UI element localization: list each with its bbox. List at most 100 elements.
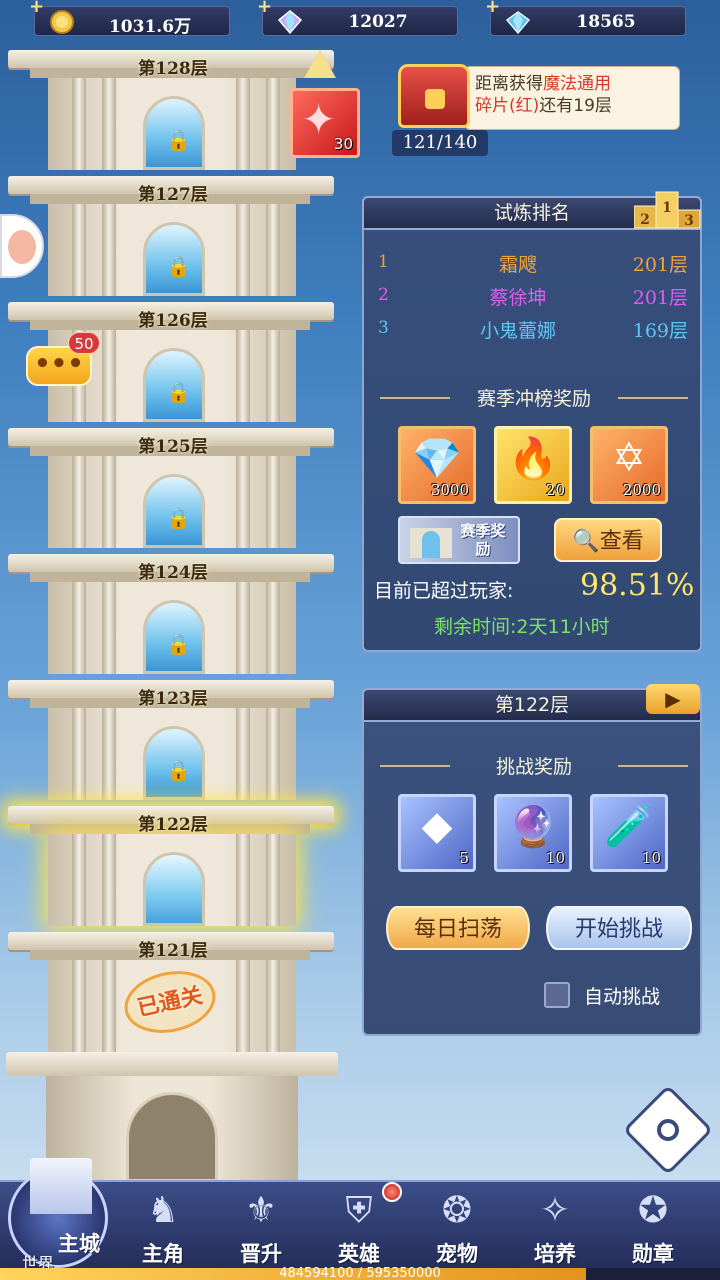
tower-floor-122[interactable]: 第122层	[0, 800, 345, 926]
tower-floor-125[interactable]: 🔒 第125层	[0, 422, 345, 548]
main-city-button[interactable]: 主城 世界	[8, 1158, 118, 1273]
season-reward-item-1[interactable]: 💎 3000	[398, 426, 476, 504]
pet-icon: ❂	[441, 1190, 473, 1231]
rank-row-3[interactable]: 3 小鬼蕾娜 169层	[378, 316, 688, 344]
milestone-reward-type: 碎片(红)	[475, 96, 540, 116]
challenge-reward-item-1[interactable]: ◆ 5	[398, 794, 476, 872]
tower-gate-icon	[410, 528, 452, 558]
podium-icon[interactable]: 2 1 3	[634, 186, 704, 230]
floor-door: 🔒	[143, 348, 205, 422]
floor-label: 第128层	[118, 54, 228, 80]
floor-column	[72, 582, 86, 674]
notification-dot	[382, 1182, 402, 1202]
tower-floor-127[interactable]: 🔒 第127层	[0, 170, 345, 296]
puzzle-piece-reward[interactable]: ✦ 30	[290, 88, 360, 158]
svg-text:1: 1	[662, 200, 672, 216]
item-quantity: 10	[641, 849, 661, 867]
rank-floor: 201层	[632, 287, 688, 309]
rainbow-diamond-currency[interactable]: + 12027	[257, 0, 458, 36]
medal-icon: ✪	[637, 1190, 669, 1231]
floor-label: 第126层	[118, 306, 228, 332]
season-reward-banner[interactable]: 赛季奖励	[398, 516, 520, 564]
challenge-reward-item-3[interactable]: 🧪 10	[590, 794, 668, 872]
nav-hero-main[interactable]: ♞ 主角	[122, 1186, 204, 1272]
puzzle-piece-icon: ✦	[301, 95, 337, 144]
rank-number: 2	[378, 285, 389, 305]
season-reward-item-3[interactable]: ✡ 2000	[590, 426, 668, 504]
floor-column	[102, 582, 116, 674]
add-gold-icon[interactable]: +	[29, 0, 45, 16]
floor-column	[266, 582, 280, 674]
puzzle-count: 30	[333, 135, 353, 153]
beat-percentage: 98.51%	[580, 568, 695, 603]
hero-icon: ♞	[146, 1190, 180, 1231]
floor-label: 第122层	[118, 810, 228, 836]
floor-label: 第124层	[118, 558, 228, 584]
rank-row-2[interactable]: 2 蔡徐坤 201层	[378, 283, 688, 311]
svg-text:2: 2	[640, 212, 650, 228]
rank-row-1[interactable]: 1 霜飕 201层	[378, 250, 688, 278]
floor-column	[236, 78, 250, 170]
search-icon: 🔍	[572, 529, 600, 554]
floor-column	[236, 834, 250, 926]
add-rainbow-diamond-icon[interactable]: +	[257, 0, 273, 16]
gold-currency[interactable]: + 1031.6万	[29, 0, 230, 37]
remaining-label: 剩余时间:	[434, 616, 517, 638]
star-emblem-icon: ✡	[612, 435, 646, 481]
castle-icon	[30, 1158, 92, 1214]
floor-column	[102, 78, 116, 170]
floor-column	[266, 204, 280, 296]
tower-gate	[126, 1092, 218, 1182]
floor-column	[72, 960, 86, 1052]
map-switch-button[interactable]	[622, 1084, 714, 1176]
season-reward-item-2[interactable]: 🔥 20	[494, 426, 572, 504]
svg-text:3: 3	[684, 213, 694, 229]
chat-button[interactable]: ••• 50	[26, 332, 100, 392]
lock-icon: 🔒	[166, 254, 191, 278]
view-rewards-button[interactable]: 🔍查看	[554, 518, 662, 562]
floor-column	[102, 456, 116, 548]
nav-label: 培养	[534, 1242, 576, 1266]
potion-icon: 🧪	[604, 804, 654, 850]
floor-column	[266, 456, 280, 548]
base-slab	[6, 1052, 338, 1076]
floor-door: 🔒	[143, 474, 205, 548]
beat-label: 目前已超过玩家:	[374, 580, 514, 602]
ranking-panel: 试炼排名 2 1 3 1 霜飕 201层 2 蔡徐坤 201层 3 小鬼蕾娜 1…	[362, 191, 702, 652]
treasure-chest-icon[interactable]	[398, 64, 470, 128]
auto-challenge-label: 自动挑战	[584, 986, 661, 1008]
floor-column	[72, 708, 86, 800]
floor-column	[102, 834, 116, 926]
crystal-ball-icon: 🔮	[508, 804, 558, 850]
nav-label: 勋章	[632, 1242, 674, 1266]
nav-medals[interactable]: ✪ 勋章	[612, 1186, 694, 1272]
start-challenge-button[interactable]: 开始挑战	[546, 906, 692, 950]
add-blue-diamond-icon[interactable]: +	[485, 0, 501, 16]
daily-sweep-button[interactable]: 每日扫荡	[386, 906, 530, 950]
floor-column	[102, 708, 116, 800]
floor-column	[72, 204, 86, 296]
floor-door: 🔒	[143, 96, 205, 170]
tower-floor-123[interactable]: 🔒 第123层	[0, 674, 345, 800]
floor-column	[236, 456, 250, 548]
helmet-icon: ⛨	[345, 1190, 373, 1231]
rank-floor: 201层	[632, 254, 688, 276]
tower-floor-124[interactable]: 🔒 第124层	[0, 548, 345, 674]
floor-column	[236, 330, 250, 422]
blue-diamond-icon	[505, 11, 531, 35]
milestone-suffix: 还有19层	[539, 96, 612, 116]
floor-column	[236, 960, 250, 1052]
nav-pets[interactable]: ❂ 宠物	[416, 1186, 498, 1272]
nav-cultivate[interactable]: ✧ 培养	[514, 1186, 596, 1272]
nav-promote[interactable]: ⚜ 晋升	[220, 1186, 302, 1272]
video-replay-icon[interactable]: ▶	[646, 684, 700, 714]
blue-diamond-currency[interactable]: + 18565	[485, 0, 686, 36]
floor-door: 🔒	[143, 600, 205, 674]
milestone-notice: 距离获得魔法通用 碎片(红)还有19层	[464, 66, 680, 130]
milestone-reward-name: 魔法通用	[543, 74, 611, 94]
rank-number: 3	[378, 318, 389, 338]
auto-challenge-checkbox[interactable]	[544, 982, 570, 1008]
remaining-value: 2天11小时	[516, 616, 610, 638]
challenge-reward-item-2[interactable]: 🔮 10	[494, 794, 572, 872]
item-quantity: 10	[545, 849, 565, 867]
